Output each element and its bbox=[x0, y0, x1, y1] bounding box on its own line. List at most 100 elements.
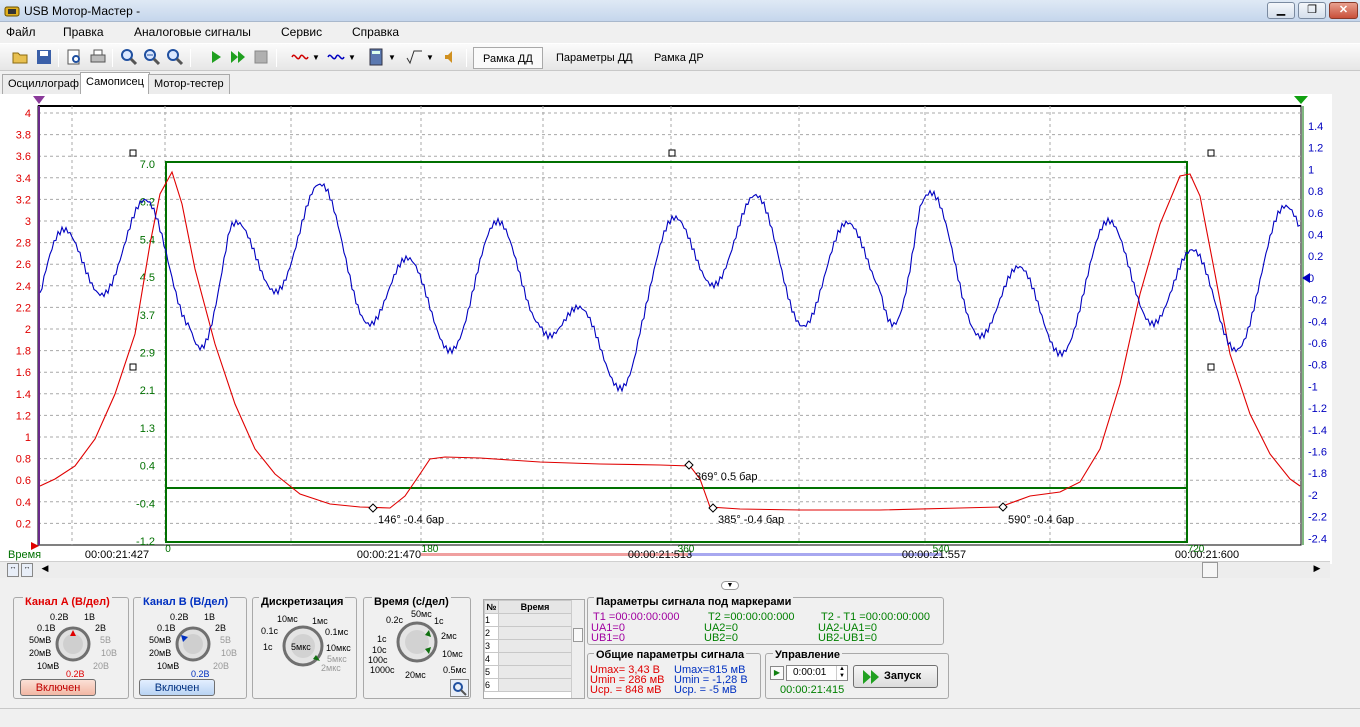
time-axis-label: Время bbox=[8, 549, 41, 561]
knob-label: 10мкс bbox=[326, 643, 351, 653]
horizontal-scrollbar[interactable]: ↔ ↔ ◀ ▶ bbox=[0, 561, 1330, 578]
table-row[interactable]: 6 bbox=[484, 678, 499, 692]
table-row[interactable]: 3 bbox=[484, 639, 499, 653]
panel-collapse[interactable]: ▼ bbox=[0, 580, 1360, 590]
scroll-right-icon[interactable]: ▶ bbox=[1310, 563, 1324, 577]
left-axis-tick: 3.6 bbox=[16, 151, 31, 163]
fast-play-icon bbox=[863, 670, 879, 684]
tab-recorder[interactable]: Самописец bbox=[80, 72, 150, 94]
inner-axis-tick: 4.5 bbox=[140, 272, 155, 284]
table-row[interactable]: 1 bbox=[484, 613, 499, 627]
time-zoom-icon[interactable] bbox=[450, 679, 469, 697]
angle-tick: 360 bbox=[678, 544, 695, 555]
pressure-annotation: 590° -0.4 бар bbox=[1008, 514, 1074, 526]
signal-b-icon[interactable] bbox=[326, 48, 346, 68]
sound-icon[interactable] bbox=[441, 48, 461, 68]
zoom-right-button[interactable]: ↔ bbox=[21, 563, 33, 577]
signal-a-icon[interactable] bbox=[290, 48, 310, 68]
menu-help[interactable]: Справка bbox=[352, 25, 399, 39]
left-axis-tick: 3.8 bbox=[16, 130, 31, 142]
table-scrollbar[interactable] bbox=[571, 600, 584, 698]
knob-label: 1с bbox=[377, 634, 387, 644]
save-icon[interactable] bbox=[34, 48, 54, 68]
angle-tick: 180 bbox=[422, 544, 439, 555]
knob-label: 20мВ bbox=[149, 648, 172, 658]
chevron-down-icon[interactable]: ▼ bbox=[346, 48, 358, 68]
right-axis-tick: 1 bbox=[1308, 164, 1314, 176]
close-button[interactable]: ✕ bbox=[1329, 2, 1358, 19]
left-axis-tick: 2.8 bbox=[16, 238, 31, 250]
channel-b-enable-button[interactable]: Включен bbox=[139, 679, 215, 696]
tab-motor-tester[interactable]: Мотор-тестер bbox=[148, 74, 230, 94]
inner-axis-tick: 2.9 bbox=[140, 348, 155, 360]
toolbar: ▼ ▼ ▼ ▼ Рамка ДД Параметры ДД Рамка ДР bbox=[0, 43, 1360, 71]
sampling-knob[interactable]: 10мс 1мс 0.1с 0.1мс 1с 10мкс 5мкс 2мкс 5… bbox=[253, 607, 356, 687]
inner-axis-tick: -0.4 bbox=[136, 498, 155, 510]
fast-play-icon[interactable] bbox=[228, 48, 248, 68]
knob-label: 50мВ bbox=[149, 635, 172, 645]
collapse-icon[interactable]: ▼ bbox=[721, 581, 739, 590]
app-icon bbox=[4, 3, 20, 19]
oscillogram-chart[interactable]: 4 3.8 3.6 3.4 3.2 3 2.8 2.6 2.4 2.2 2 1.8 1.6 1.4 1.2 1… bbox=[0, 94, 1332, 564]
tab-oscilloscope[interactable]: Осциллограф bbox=[2, 74, 85, 94]
menu-edit[interactable]: Правка bbox=[63, 25, 104, 39]
chevron-down-icon[interactable]: ▼ bbox=[386, 48, 398, 68]
table-scroll-thumb[interactable] bbox=[573, 628, 583, 642]
angle-tick: 540 bbox=[933, 544, 950, 555]
status-bar bbox=[0, 708, 1360, 727]
menu-analog-signals[interactable]: Аналоговые сигналы bbox=[134, 25, 251, 39]
maximize-button[interactable]: ❐ bbox=[1298, 2, 1326, 19]
chevron-down-icon[interactable]: ▼ bbox=[310, 48, 322, 68]
channel-a-enable-button[interactable]: Включен bbox=[20, 679, 96, 696]
knob-label: 1В bbox=[84, 612, 96, 622]
frame-handle bbox=[1207, 149, 1215, 157]
print-icon[interactable] bbox=[88, 48, 108, 68]
zoom-fit-icon[interactable] bbox=[165, 48, 185, 68]
knob-label: 5В bbox=[220, 635, 232, 645]
zoom-left-button[interactable]: ↔ bbox=[7, 563, 19, 577]
minimize-button[interactable]: ▁ bbox=[1267, 2, 1295, 19]
table-row[interactable]: 5 bbox=[484, 665, 499, 679]
ub1-value: UB1=0 bbox=[591, 632, 625, 644]
markers-table[interactable]: № Время 1 2 3 4 5 6 bbox=[483, 599, 585, 699]
params-dd-button[interactable]: Параметры ДД bbox=[547, 47, 642, 69]
step-play-icon[interactable]: ▶ bbox=[770, 666, 784, 680]
plot-area[interactable]: 4 3.8 3.6 3.4 3.2 3 2.8 2.6 2.4 2.2 2 1.8 1.6 1.4 1.2 1… bbox=[0, 94, 1332, 564]
left-axis-tick: 1.6 bbox=[16, 367, 31, 379]
knob-label: 10мс bbox=[442, 649, 463, 659]
time-div-knob[interactable]: 50мс 0.2с 1с 2мс 1с 10с 100с 1000с 0.5мс… bbox=[364, 607, 470, 680]
preview-icon[interactable] bbox=[64, 48, 84, 68]
knob-label: 0.1В bbox=[37, 623, 56, 633]
start-button[interactable]: Запуск bbox=[853, 665, 938, 688]
math-icon[interactable] bbox=[404, 48, 424, 68]
knob-label: 10мВ bbox=[37, 661, 60, 671]
control-title: Управление bbox=[773, 649, 843, 661]
channel-a-knob[interactable]: 0.2В 1В 0.1В 2В 50мВ 5В 20мВ 10В 10мВ 20… bbox=[14, 605, 128, 679]
table-row[interactable]: 2 bbox=[484, 626, 499, 640]
chevron-down-icon[interactable]: ▼ bbox=[424, 48, 436, 68]
calculator-icon[interactable] bbox=[366, 48, 386, 68]
zoom-in-icon[interactable] bbox=[119, 48, 139, 68]
duration-spinner[interactable]: ▲ ▼ bbox=[836, 666, 847, 680]
knob-label: 0.5мс bbox=[443, 665, 467, 675]
table-row[interactable]: 4 bbox=[484, 652, 499, 666]
zoom-out-icon[interactable] bbox=[142, 48, 162, 68]
open-icon[interactable] bbox=[10, 48, 30, 68]
stop-icon[interactable] bbox=[251, 48, 271, 68]
channel-b-knob[interactable]: 0.2В 1В 0.1В 2В 50мВ 5В 20мВ 10В 10мВ 20… bbox=[134, 605, 246, 679]
marker-params-title: Параметры сигнала под маркерами bbox=[594, 596, 794, 608]
inner-axis-tick: -1.2 bbox=[136, 536, 155, 548]
toolbar-separator bbox=[58, 49, 59, 67]
knob-label: 10В bbox=[101, 648, 118, 658]
right-axis-tick: -2.4 bbox=[1308, 533, 1327, 545]
menu-service[interactable]: Сервис bbox=[281, 25, 322, 39]
menu-file[interactable]: Файл bbox=[6, 25, 36, 39]
frame-dd-button[interactable]: Рамка ДД bbox=[473, 47, 543, 69]
scroll-thumb[interactable] bbox=[1202, 562, 1218, 578]
marker-a-triangle bbox=[33, 96, 45, 104]
frame-dr-button[interactable]: Рамка ДР bbox=[645, 47, 713, 69]
right-axis-tick: 0.4 bbox=[1308, 230, 1323, 242]
play-icon[interactable] bbox=[206, 48, 226, 68]
right-axis-tick: -2.2 bbox=[1308, 512, 1327, 524]
scroll-left-icon[interactable]: ◀ bbox=[38, 563, 52, 577]
